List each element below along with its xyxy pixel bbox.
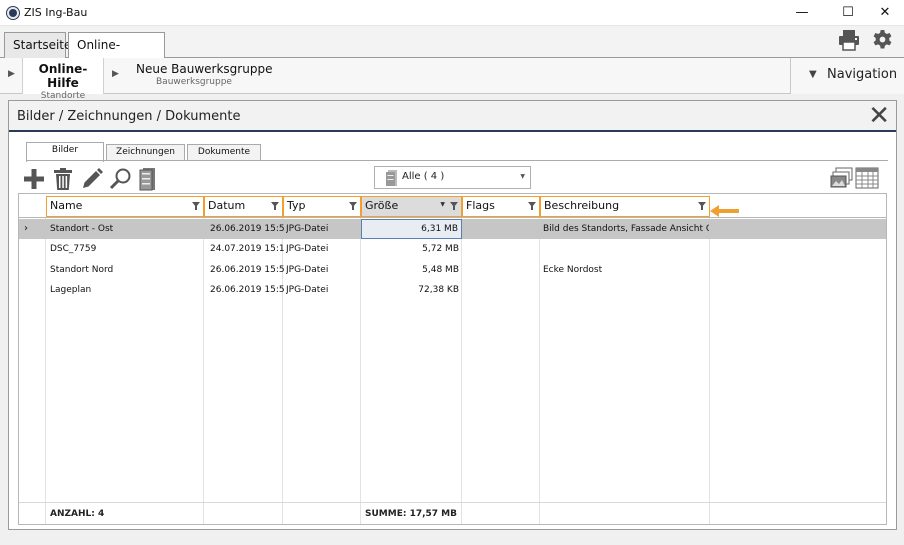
documents-panel: Bilder / Zeichnungen / Dokumente ✕ Bilde… xyxy=(8,100,897,530)
navigation-label: Navigation xyxy=(827,67,898,82)
filter-funnel-icon[interactable] xyxy=(192,202,200,210)
breadcrumb-title: Online-Hilfe xyxy=(38,62,88,90)
cell-typ: JPG-Datei xyxy=(286,285,329,295)
filter-funnel-icon[interactable] xyxy=(349,202,357,210)
cell-groesse: 5,72 MB xyxy=(422,244,459,254)
cell-flags xyxy=(466,260,538,280)
cell-datum: 24.07.2019 15:13 xyxy=(210,244,284,254)
grid-header: Name Datum Typ Größe ▼ Flags Beschreibun… xyxy=(19,194,886,218)
cell-groesse[interactable]: 6,31 MB xyxy=(361,219,462,239)
cabinet-icon[interactable] xyxy=(139,167,159,191)
table-view-icon[interactable] xyxy=(855,167,879,189)
magnifier-icon[interactable] xyxy=(109,167,133,191)
chevron-down-icon: ▼ xyxy=(809,69,817,80)
table-row[interactable]: Standort Nord 26.06.2019 15:56 JPG-Datei… xyxy=(19,260,886,280)
chevron-right-icon[interactable]: ▶ xyxy=(112,69,119,79)
cell-name: Standort - Ost xyxy=(50,224,114,234)
breadcrumb-item-online-hilfe[interactable]: Online-Hilfe Standorte xyxy=(22,58,104,101)
column-header-label: Flags xyxy=(466,199,495,212)
cell-datum: 26.06.2019 15:56 xyxy=(210,224,284,234)
cell-typ: JPG-Datei xyxy=(286,244,329,254)
column-header-label: Größe xyxy=(365,199,399,212)
close-window-button[interactable]: ✕ xyxy=(869,0,901,26)
column-header-label: Datum xyxy=(208,199,246,212)
gallery-view-icon[interactable] xyxy=(830,167,854,189)
column-header-flags[interactable]: Flags xyxy=(462,196,540,217)
tab-startseite[interactable]: Startseite xyxy=(4,32,71,58)
column-header-typ[interactable]: Typ xyxy=(283,196,361,217)
filter-funnel-icon[interactable] xyxy=(271,202,279,210)
table-row[interactable]: › Standort - Ost 26.06.2019 15:56 JPG-Da… xyxy=(19,219,886,239)
window-title: ZIS Ing-Bau xyxy=(24,6,88,19)
gear-icon[interactable] xyxy=(871,29,894,52)
cell-typ: JPG-Datei xyxy=(286,265,329,275)
filter-funnel-icon[interactable] xyxy=(698,202,706,210)
expand-icon[interactable]: ▶ xyxy=(8,69,15,79)
cell-beschreibung: Ecke Nordost xyxy=(543,265,603,275)
panel-header: Bilder / Zeichnungen / Dokumente ✕ xyxy=(9,101,896,132)
cell-groesse: 72,38 KB xyxy=(418,285,459,295)
breadcrumb-subtitle: Bauwerksgruppe xyxy=(156,77,232,87)
tab-zeichnungen[interactable]: Zeichnungen xyxy=(106,144,185,161)
maximize-button[interactable]: ☐ xyxy=(832,0,864,26)
column-header-beschreibung[interactable]: Beschreibung xyxy=(540,196,710,217)
cell-beschreibung: Bild des Standorts, Fassade Ansicht OST xyxy=(543,224,709,234)
row-count: ANZAHL: 4 xyxy=(50,509,105,519)
cabinet-icon xyxy=(386,170,397,186)
sort-desc-icon: ▼ xyxy=(440,201,445,208)
cell-datum: 26.06.2019 15:56 xyxy=(210,285,284,295)
chevron-down-icon: ▼ xyxy=(520,173,525,180)
filter-select[interactable]: Alle ( 4 ) ▼ xyxy=(374,166,531,189)
filter-selected: Alle ( 4 ) xyxy=(402,171,445,182)
breadcrumb-title: Neue Bauwerksgruppe xyxy=(136,62,273,76)
cell-name: DSC_7759 xyxy=(50,244,97,254)
trash-icon[interactable] xyxy=(52,167,74,191)
tab-divider xyxy=(26,160,888,161)
pencil-icon[interactable] xyxy=(80,167,104,191)
column-header-groesse[interactable]: Größe ▼ xyxy=(361,196,462,217)
cell-beschreibung xyxy=(543,280,709,300)
column-header-name[interactable]: Name xyxy=(46,196,204,217)
table-row[interactable]: Lageplan 26.06.2019 15:56 JPG-Datei 72,3… xyxy=(19,280,886,300)
print-icon[interactable] xyxy=(838,29,860,51)
tab-bilder[interactable]: Bilder xyxy=(26,142,104,162)
cell-flags xyxy=(466,280,538,300)
navigation-button[interactable]: ▼ Navigation xyxy=(790,58,904,94)
breadcrumb: ▶ Online-Hilfe Standorte ▶ Neue Bauwerks… xyxy=(0,58,904,101)
tab-label: Startseite xyxy=(13,38,72,52)
cell-flags xyxy=(466,219,538,239)
app-icon xyxy=(7,7,19,19)
column-header-label: Name xyxy=(50,199,83,212)
cell-flags xyxy=(466,239,538,259)
breadcrumb-item-bauwerksgruppe[interactable]: Neue Bauwerksgruppe Bauwerksgruppe xyxy=(136,62,272,87)
cell-datum: 26.06.2019 15:56 xyxy=(210,265,284,275)
panel-title: Bilder / Zeichnungen / Dokumente xyxy=(17,109,241,124)
grid-footer: ANZAHL: 4 SUMME: 17,57 MB xyxy=(19,502,886,524)
tab-dokumente[interactable]: Dokumente xyxy=(187,144,261,161)
column-header-datum[interactable]: Datum xyxy=(204,196,283,217)
close-icon[interactable]: ✕ xyxy=(868,102,890,130)
title-bar: ZIS Ing-Bau — ☐ ✕ xyxy=(0,0,904,26)
size-sum: SUMME: 17,57 MB xyxy=(365,509,457,519)
arrow-left-icon xyxy=(710,205,739,217)
cell-typ: JPG-Datei xyxy=(286,224,329,234)
main-tab-strip: Startseite Online-Hilfe✕ xyxy=(0,26,904,79)
filter-funnel-icon[interactable] xyxy=(528,202,536,210)
column-header-label: Typ xyxy=(287,199,306,212)
cell-name: Lageplan xyxy=(50,285,92,295)
files-grid: Name Datum Typ Größe ▼ Flags Beschreibun… xyxy=(18,193,887,525)
table-row[interactable]: DSC_7759 24.07.2019 15:13 JPG-Datei 5,72… xyxy=(19,239,886,259)
minimize-button[interactable]: — xyxy=(786,0,818,26)
filter-funnel-icon[interactable] xyxy=(450,202,458,210)
row-indicator: › xyxy=(24,223,28,234)
add-icon[interactable] xyxy=(22,167,46,191)
tab-online-hilfe[interactable]: Online-Hilfe✕ xyxy=(68,32,165,79)
cell-beschreibung xyxy=(543,239,709,259)
column-header-label: Beschreibung xyxy=(544,199,620,212)
cell-name: Standort Nord xyxy=(50,265,114,275)
cell-groesse: 5,48 MB xyxy=(422,265,459,275)
